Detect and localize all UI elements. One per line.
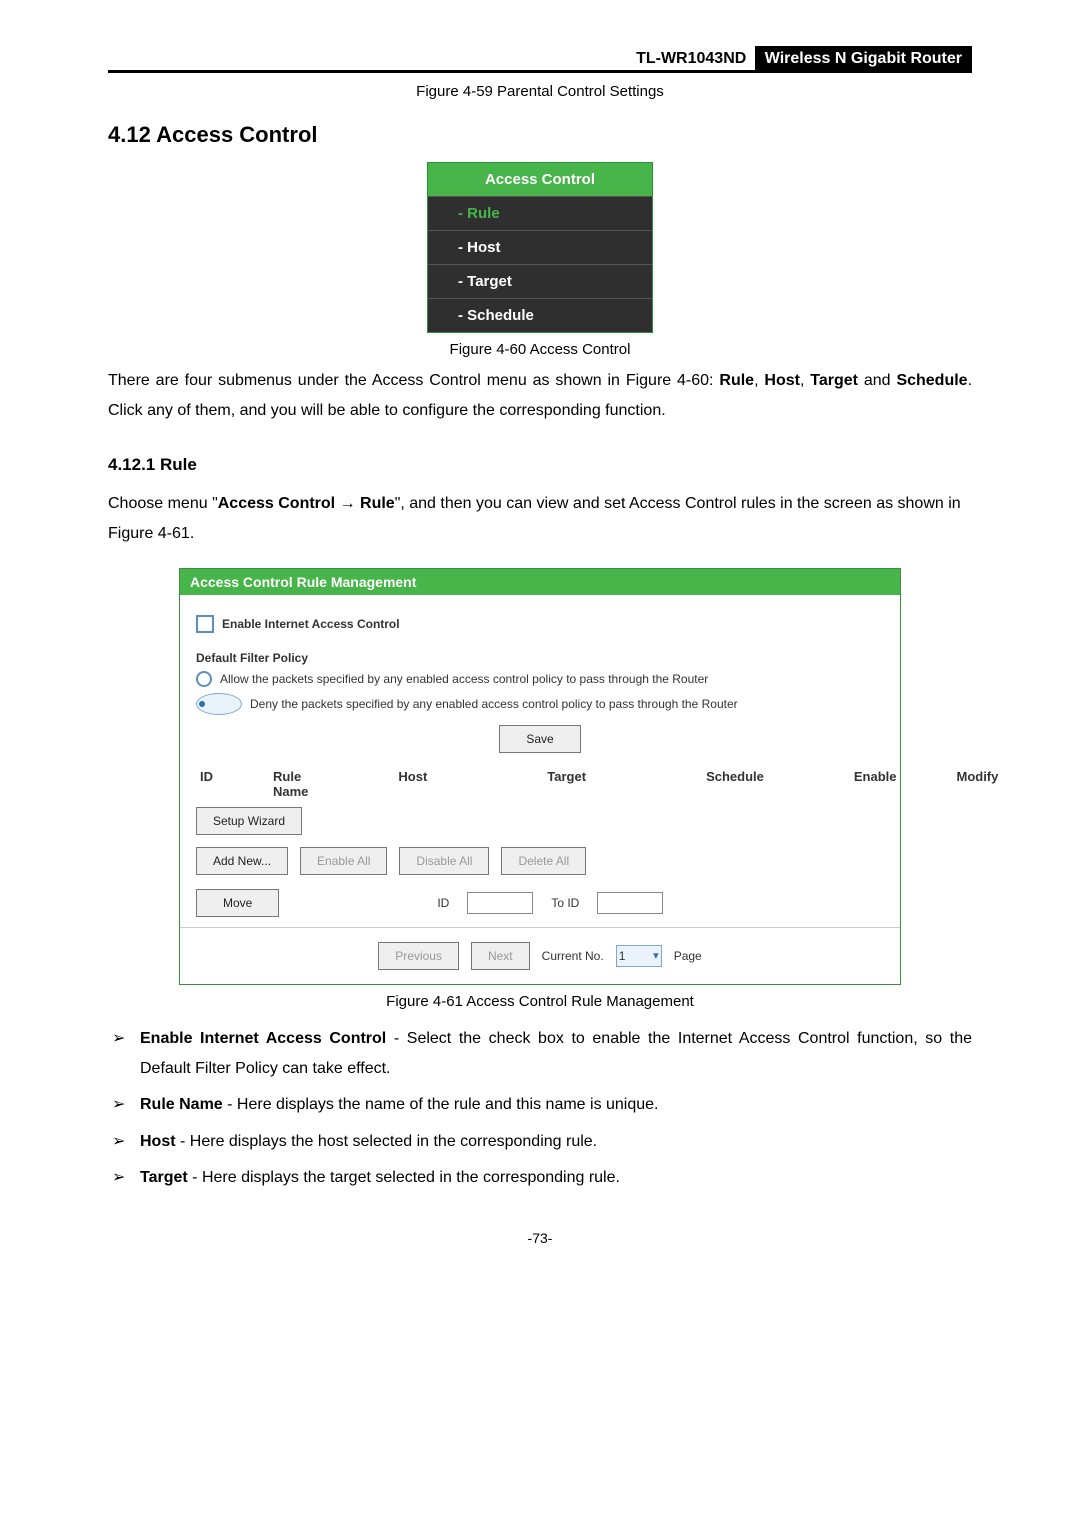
panel-title: Access Control Rule Management <box>180 569 900 595</box>
enable-label: Enable Internet Access Control <box>222 617 400 631</box>
enable-access-control-row[interactable]: Enable Internet Access Control <box>196 615 884 633</box>
rule-paragraph: Choose menu "Access Control → Rule", and… <box>108 489 972 550</box>
rules-table-header: ID Rule Name Host Target Schedule Enable… <box>200 769 884 799</box>
menu-item-host[interactable]: - Host <box>428 230 652 264</box>
allow-label: Allow the packets specified by any enabl… <box>220 672 708 686</box>
add-new-button[interactable]: Add New... <box>196 847 288 875</box>
page-select[interactable]: 1▾ <box>616 945 662 967</box>
product: Wireless N Gigabit Router <box>755 46 972 71</box>
figure-59-caption: Figure 4-59 Parental Control Settings <box>108 83 972 100</box>
enable-all-button[interactable]: Enable All <box>300 847 387 875</box>
figure-60-caption: Figure 4-60 Access Control <box>108 341 972 358</box>
disable-all-button[interactable]: Disable All <box>399 847 489 875</box>
previous-button[interactable]: Previous <box>378 942 459 970</box>
delete-all-button[interactable]: Delete All <box>501 847 586 875</box>
menu-item-schedule[interactable]: - Schedule <box>428 298 652 332</box>
bullet-list: Enable Internet Access Control - Select … <box>108 1024 972 1194</box>
current-no-label: Current No. <box>542 949 604 963</box>
save-button[interactable]: Save <box>499 725 580 753</box>
menu-item-target[interactable]: - Target <box>428 264 652 298</box>
rule-management-panel: Access Control Rule Management Enable In… <box>179 568 901 985</box>
page-label: Page <box>674 949 702 963</box>
policy-deny-row[interactable]: Deny the packets specified by any enable… <box>196 693 884 715</box>
figure-61-caption: Figure 4-61 Access Control Rule Manageme… <box>108 993 972 1010</box>
allow-radio[interactable] <box>196 671 212 687</box>
move-button[interactable]: Move <box>196 889 279 917</box>
id-label: ID <box>437 896 449 910</box>
bullet-host: Host - Here displays the host selected i… <box>108 1127 972 1157</box>
intro-paragraph: There are four submenus under the Access… <box>108 366 972 427</box>
subsection-heading: 4.12.1 Rule <box>108 455 972 475</box>
bullet-enable: Enable Internet Access Control - Select … <box>108 1024 972 1085</box>
bullet-target: Target - Here displays the target select… <box>108 1163 972 1193</box>
menu-header: Access Control <box>428 163 652 196</box>
next-button[interactable]: Next <box>471 942 530 970</box>
deny-radio[interactable] <box>196 693 242 715</box>
deny-label: Deny the packets specified by any enable… <box>250 697 738 711</box>
to-id-input[interactable] <box>597 892 663 914</box>
doc-header: TL-WR1043ND Wireless N Gigabit Router <box>108 50 972 73</box>
model: TL-WR1043ND <box>636 50 746 67</box>
id-input[interactable] <box>467 892 533 914</box>
divider <box>180 927 900 928</box>
setup-wizard-button[interactable]: Setup Wizard <box>196 807 302 835</box>
policy-label: Default Filter Policy <box>196 651 884 665</box>
to-id-label: To ID <box>551 896 579 910</box>
bullet-rule-name: Rule Name - Here displays the name of th… <box>108 1090 972 1120</box>
enable-checkbox[interactable] <box>196 615 214 633</box>
access-control-menu: Access Control - Rule - Host - Target - … <box>427 162 653 333</box>
page-number: -73- <box>108 1230 972 1246</box>
menu-item-rule[interactable]: - Rule <box>428 196 652 230</box>
section-heading: 4.12 Access Control <box>108 122 972 148</box>
policy-allow-row[interactable]: Allow the packets specified by any enabl… <box>196 671 884 687</box>
pagination: Previous Next Current No. 1▾ Page <box>196 938 884 974</box>
chevron-down-icon: ▾ <box>653 949 659 962</box>
